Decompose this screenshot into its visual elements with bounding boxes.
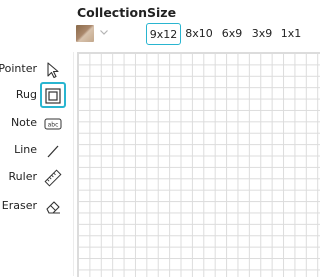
tool-rug[interactable]: Rug <box>0 82 74 108</box>
size-option-9x12[interactable]: 9x12 <box>146 23 181 45</box>
tool-ruler-label: Ruler <box>8 170 37 183</box>
tool-note-label: Note <box>10 116 37 129</box>
tool-eraser[interactable]: Eraser <box>0 195 74 219</box>
note-icon: abc <box>44 118 62 130</box>
canvas-grid[interactable] <box>77 52 320 277</box>
eraser-icon <box>46 201 60 214</box>
rug-icon <box>45 88 61 104</box>
ruler-icon <box>44 169 62 187</box>
collection-swatch[interactable] <box>76 25 94 42</box>
tool-eraser-label: Eraser <box>1 199 37 212</box>
tool-line-label: Line <box>14 143 37 156</box>
pointer-icon <box>47 62 59 79</box>
tool-note[interactable]: Note abc <box>0 112 74 136</box>
collection-label: Collection <box>77 5 147 20</box>
size-label: Size <box>147 5 177 20</box>
svg-text:abc: abc <box>48 122 59 129</box>
size-option-1x1[interactable]: 1x1 <box>280 23 302 45</box>
tool-ruler[interactable]: Ruler <box>0 166 74 190</box>
tool-line[interactable]: Line <box>0 139 74 163</box>
tool-pointer[interactable]: Pointer <box>0 58 74 82</box>
size-option-8x10[interactable]: 8x10 <box>184 23 214 45</box>
chevron-down-icon[interactable] <box>99 27 109 37</box>
size-option-3x9[interactable]: 3x9 <box>250 23 274 45</box>
size-option-6x9[interactable]: 6x9 <box>220 23 244 45</box>
tool-pointer-label: Pointer <box>0 62 37 75</box>
tool-rug-label: Rug <box>15 88 37 101</box>
line-icon <box>47 145 59 158</box>
